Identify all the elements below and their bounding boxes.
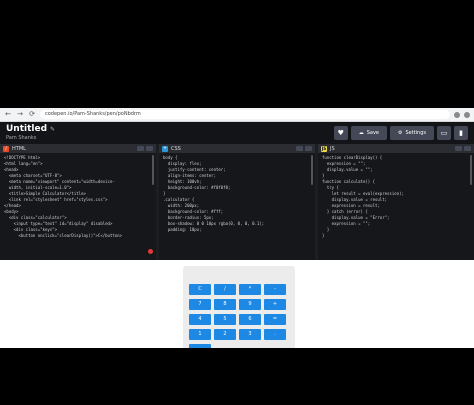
css-panel: * CSS body { display: flex; justify-cont… [159, 144, 315, 260]
js-panel: JS JS function clearDisplay() { expressi… [318, 144, 474, 260]
pen-author[interactable]: Pam Shanks [6, 136, 55, 141]
calculator-key[interactable]: 1 [189, 329, 211, 340]
error-indicator-icon [148, 249, 153, 254]
calculator-key[interactable] [189, 344, 211, 348]
result-preview: C / * - 7 8 9 +4 5 6 = 1 2 3. [0, 262, 474, 348]
collapse-icon[interactable] [464, 146, 471, 151]
calculator-key[interactable]: 9 [239, 299, 261, 310]
css-panel-label: CSS [171, 145, 181, 152]
settings-label: Settings [405, 130, 426, 136]
code-line: padding: 10px; [163, 227, 202, 232]
pen-title-text: Untitled [6, 124, 48, 134]
code-line: <button onclick="clearDisplay()">C</butt… [4, 233, 123, 238]
calculator-key[interactable]: / [214, 284, 236, 295]
calculator-keys: C / * - 7 8 9 +4 5 6 = 1 2 3. [189, 284, 286, 340]
codepen-header: Untitled ✎ Pam Shanks ♥ ☁ Save ⚙ Settings ▭… [0, 122, 474, 144]
css-badge-icon: * [162, 145, 168, 152]
settings-toggle-icon[interactable] [455, 146, 462, 151]
html-panel: / HTML <!DOCTYPE html> <html lang="en"> <h… [0, 144, 156, 260]
calculator-key[interactable]: 7 [189, 299, 211, 310]
settings-toggle-icon[interactable] [137, 146, 144, 151]
js-panel-label: JS [330, 145, 335, 152]
profile-icon[interactable] [464, 111, 470, 118]
calculator-key[interactable]: 8 [214, 299, 236, 310]
save-button[interactable]: ☁ Save [350, 126, 387, 140]
html-code-editor[interactable]: <!DOCTYPE html> <html lang="en"> <head> <m… [0, 153, 156, 260]
calculator-key[interactable]: 6 [239, 314, 261, 325]
collapse-icon[interactable] [305, 146, 312, 151]
html-badge-icon: / [3, 145, 9, 152]
gear-icon: ⚙ [398, 130, 403, 136]
calculator-key[interactable]: - [264, 284, 286, 295]
pencil-icon[interactable]: ✎ [50, 126, 55, 133]
calculator-key[interactable]: 2 [214, 329, 236, 340]
html-scrollbar[interactable] [152, 155, 154, 185]
back-arrow-icon[interactable]: ← [4, 108, 12, 121]
user-menu-button[interactable]: ▮ [454, 126, 468, 140]
calculator-key[interactable]: * [239, 284, 261, 295]
heart-icon: ♥ [337, 129, 344, 137]
css-code-editor[interactable]: body { display: flex; justify-content: c… [159, 153, 315, 260]
html-panel-actions [137, 146, 153, 151]
js-panel-tab[interactable]: JS JS [318, 144, 474, 153]
calculator-key[interactable]: + [264, 299, 286, 310]
pen-title-block: Untitled ✎ Pam Shanks [6, 125, 55, 141]
html-panel-tab[interactable]: / HTML [0, 144, 156, 153]
calculator-key[interactable]: 5 [214, 314, 236, 325]
css-scrollbar[interactable] [311, 155, 313, 185]
user-icon: ▮ [459, 129, 463, 137]
pen-title[interactable]: Untitled ✎ [6, 125, 55, 134]
url-input[interactable]: codepen.io/Pam-Shanks/pen/poNbdrm [40, 110, 450, 119]
reload-icon[interactable]: ⟳ [28, 108, 36, 121]
forward-arrow-icon[interactable]: → [16, 108, 24, 121]
settings-toggle-icon[interactable] [296, 146, 303, 151]
calculator-key[interactable]: = [264, 314, 286, 325]
address-bar: ← → ⟳ codepen.io/Pam-Shanks/pen/poNbdrm [0, 108, 474, 122]
js-scrollbar[interactable] [470, 155, 472, 185]
code-line: } [322, 233, 325, 238]
settings-button[interactable]: ⚙ Settings [390, 126, 434, 140]
layout-icon: ▭ [440, 129, 448, 137]
calculator-key[interactable]: C [189, 284, 211, 295]
html-panel-label: HTML [12, 145, 26, 152]
editor-area: / HTML <!DOCTYPE html> <html lang="en"> <h… [0, 144, 474, 260]
css-panel-actions [296, 146, 312, 151]
js-code-editor[interactable]: function clearDisplay() { expression = "… [318, 153, 474, 260]
js-badge-icon: JS [321, 145, 327, 152]
css-panel-tab[interactable]: * CSS [159, 144, 315, 153]
extension-icon[interactable] [454, 111, 460, 118]
calculator-key[interactable]: . [264, 329, 286, 340]
calculator-key[interactable]: 4 [189, 314, 211, 325]
calculator-key[interactable]: 3 [239, 329, 261, 340]
save-label: Save [366, 130, 379, 136]
js-panel-actions [455, 146, 471, 151]
cloud-icon: ☁ [358, 130, 364, 136]
like-button[interactable]: ♥ [333, 126, 348, 140]
collapse-icon[interactable] [146, 146, 153, 151]
change-view-button[interactable]: ▭ [437, 126, 451, 140]
calculator: C / * - 7 8 9 +4 5 6 = 1 2 3. [183, 266, 295, 348]
